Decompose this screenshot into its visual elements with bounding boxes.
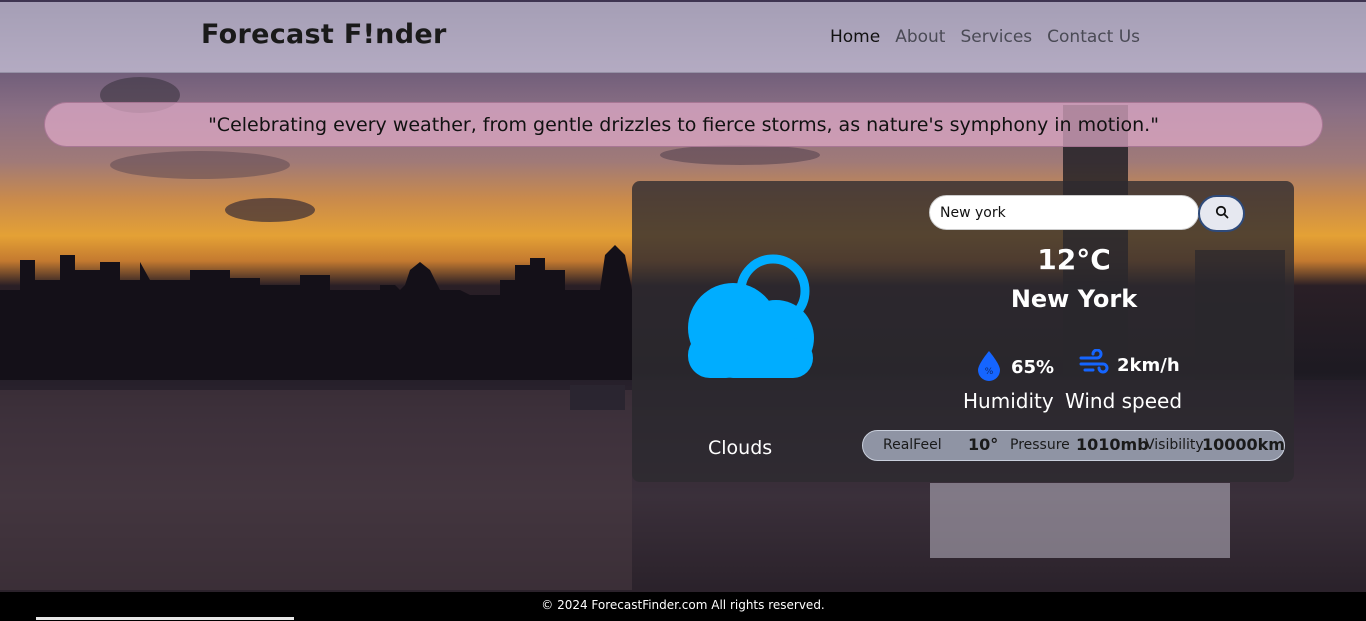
nav-services[interactable]: Services xyxy=(960,27,1032,47)
city-name: New York xyxy=(1010,285,1138,313)
quote-banner: "Celebrating every weather, from gentle … xyxy=(44,102,1323,147)
wind-icon xyxy=(1079,348,1109,381)
visibility-value: 10000km xyxy=(1202,435,1285,454)
weather-condition: Clouds xyxy=(708,437,773,459)
wind-stat: 2km/h xyxy=(1079,348,1180,381)
wind-value: 2km/h xyxy=(1117,354,1180,376)
search-icon xyxy=(1215,204,1229,223)
brand-logo[interactable]: Forecast F!nder xyxy=(201,19,447,50)
weather-card: Clouds 12°C New York % 65% 2km/h xyxy=(632,181,1294,482)
realfeel-value: 10° xyxy=(968,435,999,454)
visibility-label: Visibility xyxy=(1145,437,1204,453)
svg-text:%: % xyxy=(985,367,994,377)
pressure-label: Pressure xyxy=(1010,437,1070,453)
wind-label: Wind speed xyxy=(1065,389,1183,413)
temperature: 12°C xyxy=(1037,243,1111,276)
humidity-stat: % 65% xyxy=(975,349,1054,385)
details-bar: RealFeel 10° Pressure 1010mb Visibility … xyxy=(862,430,1285,461)
pressure-value: 1010mb xyxy=(1076,435,1149,454)
humidity-label: Humidity xyxy=(963,389,1054,413)
nav-home[interactable]: Home xyxy=(830,27,880,47)
nav-about[interactable]: About xyxy=(895,27,945,47)
main-nav: Home About Services Contact Us xyxy=(830,27,1140,47)
search-button[interactable] xyxy=(1198,195,1245,232)
city-search-input[interactable] xyxy=(929,195,1199,230)
humidity-value: 65% xyxy=(1011,356,1055,378)
nav-contact[interactable]: Contact Us xyxy=(1047,27,1140,47)
footer-scroll-indicator xyxy=(36,617,294,620)
humidity-icon: % xyxy=(975,349,1003,385)
cloud-icon xyxy=(668,253,818,383)
site-header: Forecast F!nder Home About Services Cont… xyxy=(0,2,1366,73)
realfeel-label: RealFeel xyxy=(883,437,942,453)
